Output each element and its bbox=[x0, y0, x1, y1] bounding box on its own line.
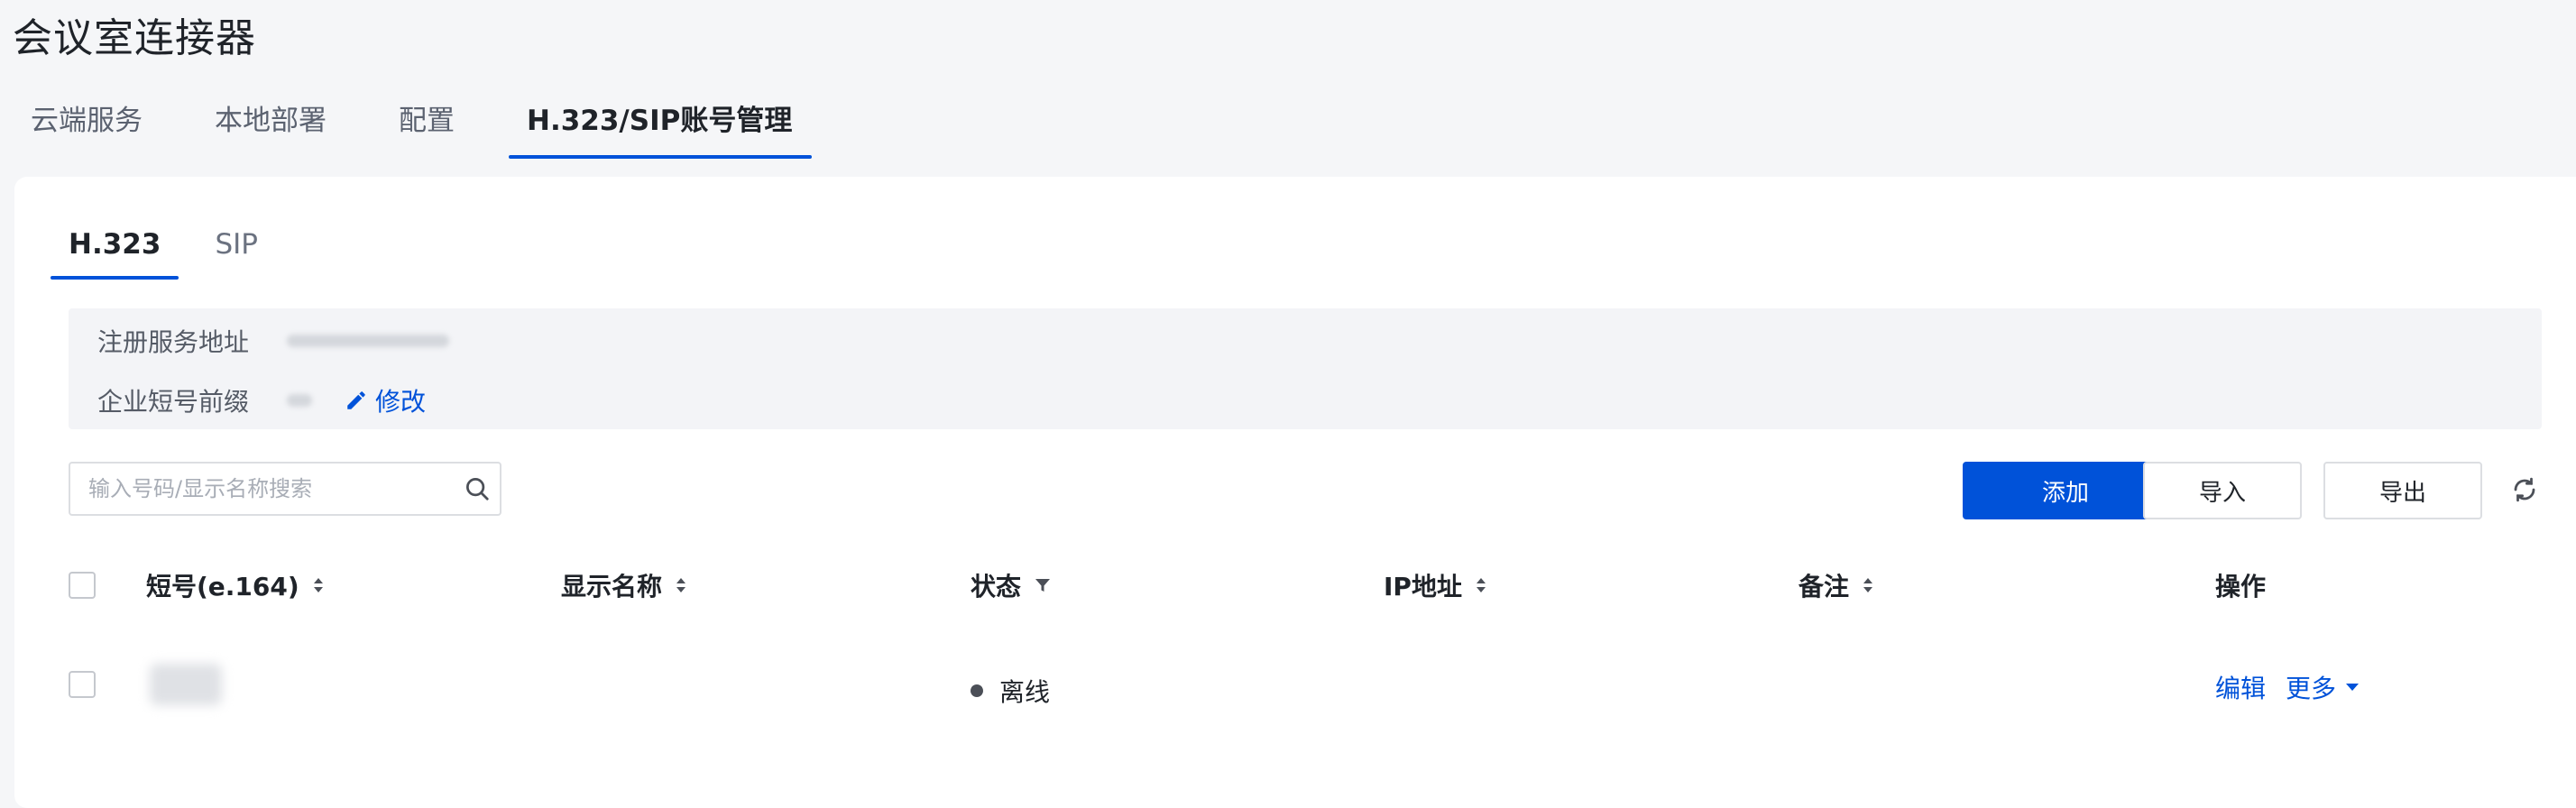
edit-prefix-label: 修改 bbox=[375, 387, 427, 417]
column-ip[interactable]: IP地址 bbox=[1384, 572, 1487, 601]
tab-h323-sip-account[interactable]: H.323/SIP账号管理 bbox=[508, 97, 813, 159]
status-text: 离线 bbox=[999, 677, 1051, 707]
edit-row-button[interactable]: 编辑 bbox=[2215, 669, 2266, 705]
search-input[interactable] bbox=[88, 476, 455, 501]
register-address-label: 注册服务地址 bbox=[97, 327, 250, 357]
column-status-label: 状态 bbox=[971, 572, 1022, 601]
column-short-number[interactable]: 短号(e.164) bbox=[146, 572, 325, 601]
edit-prefix-link[interactable]: 修改 bbox=[345, 382, 426, 418]
register-address-value-redacted bbox=[287, 335, 450, 347]
column-display-name[interactable]: 显示名称 bbox=[561, 572, 687, 601]
more-actions-button[interactable]: 更多 bbox=[2286, 669, 2360, 705]
table-row: 离线 编辑 更多 bbox=[69, 664, 2558, 754]
sort-icon bbox=[1476, 578, 1486, 592]
sort-icon bbox=[1863, 578, 1873, 592]
status-cell: 离线 bbox=[971, 673, 1050, 709]
tab-cloud-service[interactable]: 云端服务 bbox=[31, 97, 143, 159]
prefix-value-redacted bbox=[287, 394, 313, 407]
top-tabs: 云端服务 本地部署 配置 H.323/SIP账号管理 bbox=[31, 97, 864, 159]
protocol-tabs: H.323 SIP bbox=[50, 222, 312, 280]
sort-icon bbox=[676, 578, 686, 592]
content-card: H.323 SIP 注册服务地址 企业短号前缀 修改 添加 bbox=[14, 177, 2576, 808]
caret-down-icon bbox=[2346, 684, 2360, 691]
tab-h323[interactable]: H.323 bbox=[50, 222, 179, 280]
sort-icon bbox=[313, 578, 323, 592]
add-button[interactable]: 添加 bbox=[1963, 462, 2168, 519]
column-status[interactable]: 状态 bbox=[971, 572, 1052, 601]
tab-sip[interactable]: SIP bbox=[215, 222, 258, 280]
offline-status-dot bbox=[971, 684, 983, 697]
table-header: 短号(e.164) 显示名称 状态 IP地址 备注 操作 bbox=[69, 572, 2558, 626]
refresh-icon[interactable] bbox=[2511, 476, 2538, 507]
filter-icon bbox=[1035, 579, 1051, 592]
row-actions: 编辑 更多 bbox=[2215, 669, 2379, 705]
search-field[interactable] bbox=[69, 462, 501, 516]
column-display-name-label: 显示名称 bbox=[561, 572, 663, 601]
registration-info-panel: 注册服务地址 企业短号前缀 修改 bbox=[69, 308, 2542, 429]
column-actions-label: 操作 bbox=[2215, 572, 2267, 601]
tab-local-deploy[interactable]: 本地部署 bbox=[215, 97, 327, 159]
column-actions: 操作 bbox=[2215, 572, 2266, 601]
pencil-icon bbox=[347, 391, 365, 409]
export-button[interactable]: 导出 bbox=[2323, 462, 2482, 519]
register-address-row: 注册服务地址 bbox=[97, 323, 450, 359]
page-title: 会议室连接器 bbox=[13, 15, 256, 61]
row-checkbox[interactable] bbox=[69, 671, 96, 698]
more-actions-label: 更多 bbox=[2286, 674, 2337, 703]
prefix-row: 企业短号前缀 修改 bbox=[97, 382, 426, 418]
column-short-number-label: 短号(e.164) bbox=[146, 572, 299, 601]
prefix-label: 企业短号前缀 bbox=[97, 387, 250, 417]
select-all-checkbox[interactable] bbox=[69, 572, 96, 599]
column-ip-label: IP地址 bbox=[1384, 572, 1462, 601]
search-icon[interactable] bbox=[455, 475, 500, 502]
column-remark[interactable]: 备注 bbox=[1799, 572, 1874, 601]
column-remark-label: 备注 bbox=[1799, 572, 1850, 601]
import-button[interactable]: 导入 bbox=[2143, 462, 2302, 519]
short-number-redacted bbox=[150, 664, 222, 705]
tab-config[interactable]: 配置 bbox=[399, 97, 455, 159]
